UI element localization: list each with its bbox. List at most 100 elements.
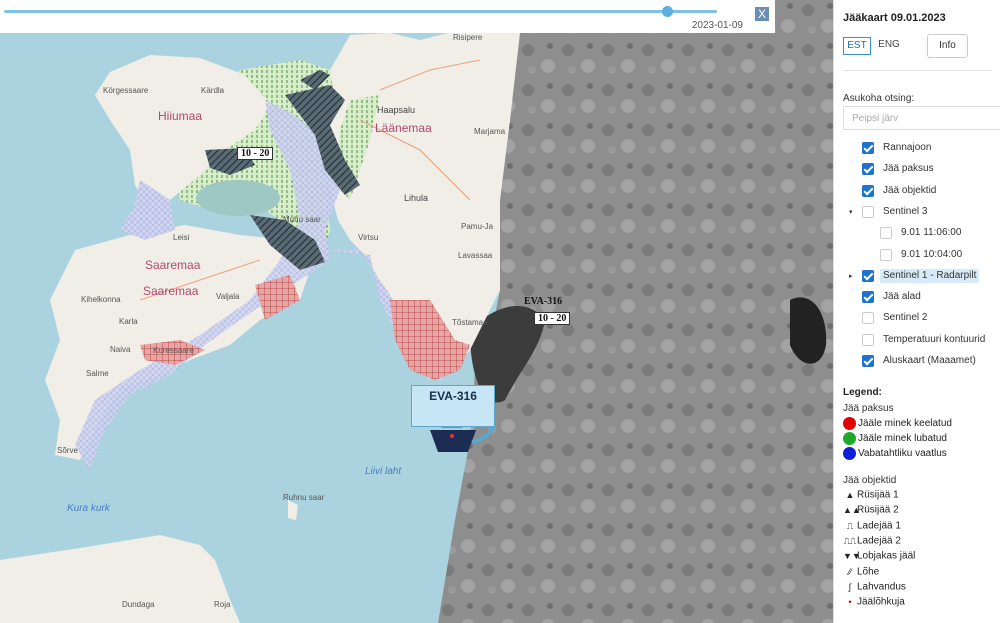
ice-object-symbol-icon: ⎍⎍	[843, 535, 857, 546]
place-label: Saaremaa	[145, 258, 201, 272]
legend-label: Rüsijää 1	[857, 489, 899, 501]
legend-object-item: ⎍ Ladejää 1	[843, 519, 901, 533]
legend-label: Lahvandus	[857, 581, 906, 593]
layer-label: Sentinel 2	[883, 312, 928, 324]
place-label: Lavassaa	[458, 251, 493, 260]
legend-label: Ladejää 2	[857, 535, 901, 547]
legend-thickness-item: Jääle minek lubatud	[843, 432, 947, 446]
place-label: Haapsalu	[377, 105, 416, 115]
layer-checkbox[interactable]	[862, 355, 874, 367]
place-label: Sõrve	[57, 446, 78, 455]
layer-item[interactable]: Temperatuuri kontuurid	[834, 333, 1000, 351]
legend-label: Vabatahtliku vaatlus	[858, 448, 947, 460]
expand-caret-icon[interactable]: ▾	[849, 206, 853, 220]
layer-label: Jää objektid	[883, 184, 937, 196]
layer-item[interactable]: Rannajoon	[834, 141, 1000, 159]
layer-item[interactable]: ▸ Sentinel 1 - Radarpilt	[834, 268, 1000, 287]
layer-checkbox[interactable]	[862, 163, 874, 176]
layer-label: 9.01 11:06:00	[901, 227, 962, 239]
place-label: Marjama	[474, 127, 506, 136]
timeline-date: 2023-01-09	[691, 20, 743, 31]
ship-badge[interactable]: EVA-316	[411, 385, 495, 427]
layer-item[interactable]: 9.01 11:06:00	[834, 226, 1000, 244]
layer-label: Sentinel 3	[883, 205, 928, 217]
side-panel: Jääkaart 09.01.2023 EST ENG Info Asukoha…	[833, 0, 1000, 623]
color-dot-icon	[843, 417, 856, 430]
legend-objects-title: Jää objektid	[843, 475, 897, 486]
ice-object-symbol-icon: ⎍	[846, 520, 854, 531]
legend-label: Lõhe	[857, 566, 880, 578]
place-label: Muhu saar	[283, 215, 321, 224]
divider	[843, 70, 992, 71]
place-label: Kura kurk	[67, 503, 110, 514]
layer-label: Jää alad	[883, 291, 921, 303]
layer-label: 9.01 10:04:00	[901, 248, 963, 260]
close-icon[interactable]: X	[755, 7, 769, 21]
layer-checkbox[interactable]	[862, 269, 874, 282]
layer-checkbox[interactable]	[862, 291, 874, 304]
location-search-input[interactable]	[843, 106, 1000, 130]
layer-item[interactable]: ▾ Sentinel 3	[834, 205, 1000, 223]
place-label: Liivi laht	[365, 466, 402, 477]
legend-label: Jäälõhkuja	[857, 596, 905, 608]
map-view[interactable]: Körgessaare Hiiumaa Kärdla Haapsalu Läänemaa…	[0, 0, 833, 623]
layer-checkbox[interactable]	[862, 312, 874, 325]
place-label: Saaremaa	[143, 284, 199, 298]
layer-item[interactable]: Aluskaart (Maaamet)	[834, 354, 1000, 372]
layer-item[interactable]: Jää alad	[834, 290, 1000, 308]
legend-object-item: ▲ Rüsijää 1	[843, 488, 899, 502]
ice-object-symbol-icon: ▼▼	[843, 551, 861, 562]
legend-label: Jääle minek keelatud	[858, 418, 952, 430]
place-label: Virtsu	[358, 233, 379, 242]
lang-est-button[interactable]: EST	[843, 37, 871, 55]
ice-thickness-label[interactable]: 10 - 20	[534, 312, 571, 325]
color-dot-icon	[843, 432, 856, 445]
layer-item[interactable]: Sentinel 2	[834, 311, 1000, 329]
legend-label: Rüsijää 2	[857, 504, 899, 516]
place-label: Kuressaare	[153, 346, 194, 355]
place-label: Risipere	[453, 33, 483, 42]
color-dot-icon	[843, 447, 856, 460]
legend-thickness-item: Jääle minek keelatud	[843, 417, 952, 431]
layer-checkbox[interactable]	[862, 142, 874, 154]
place-label: Tõstamaa	[452, 318, 488, 327]
layer-checkbox[interactable]	[862, 205, 874, 218]
timeline-track[interactable]	[4, 10, 717, 13]
layer-label: Sentinel 1 - Radarpilt	[880, 268, 980, 283]
place-label: Naiva	[110, 345, 131, 354]
layer-checkbox[interactable]	[880, 227, 892, 240]
place-label: Pamu-Ja	[461, 222, 494, 231]
place-label: Lihula	[404, 193, 429, 203]
place-label: Salme	[86, 369, 109, 378]
timeline-slider-handle[interactable]	[662, 6, 674, 17]
layer-label: Temperatuuri kontuurid	[883, 333, 986, 345]
expand-caret-icon[interactable]: ▸	[849, 270, 853, 284]
lang-eng-button[interactable]: ENG	[875, 37, 903, 55]
ship-map-label[interactable]: EVA-316	[524, 296, 562, 307]
legend-label: Lobjakas jääl	[857, 550, 916, 562]
place-label: Karla	[119, 317, 138, 326]
legend-label: Jääle minek lubatud	[858, 433, 947, 445]
panel-title: Jääkaart 09.01.2023	[843, 12, 946, 24]
place-label: Läänemaa	[375, 121, 432, 135]
place-label: Dundaga	[122, 600, 155, 609]
legend-title: Legend:	[843, 387, 882, 398]
legend-thickness-title: Jää paksus	[843, 403, 894, 414]
ice-thickness-label[interactable]: 10 - 20	[237, 147, 274, 160]
layer-label: Aluskaart (Maaamet)	[883, 355, 976, 366]
place-label: Ruhnu saar	[283, 493, 325, 502]
layer-item[interactable]: Jää objektid	[834, 184, 1000, 202]
legend-object-item: ⁄⁄ Lõhe	[843, 565, 879, 579]
info-button[interactable]: Info	[927, 34, 968, 58]
layer-label: Jää paksus	[883, 163, 934, 175]
legend-label: Ladejää 1	[857, 520, 901, 532]
ice-object-symbol-icon: •	[848, 597, 852, 608]
layer-checkbox[interactable]	[862, 333, 874, 346]
layer-checkbox[interactable]	[880, 248, 892, 261]
layer-item[interactable]: 9.01 10:04:00	[834, 248, 1000, 266]
legend-thickness-item: Vabatahtliku vaatlus	[843, 447, 947, 461]
layer-item[interactable]: Jää paksus	[834, 162, 1000, 180]
layer-checkbox[interactable]	[862, 184, 874, 197]
ice-object-symbol-icon: ⁄⁄	[848, 566, 852, 577]
place-label: Hiiumaa	[158, 109, 203, 123]
